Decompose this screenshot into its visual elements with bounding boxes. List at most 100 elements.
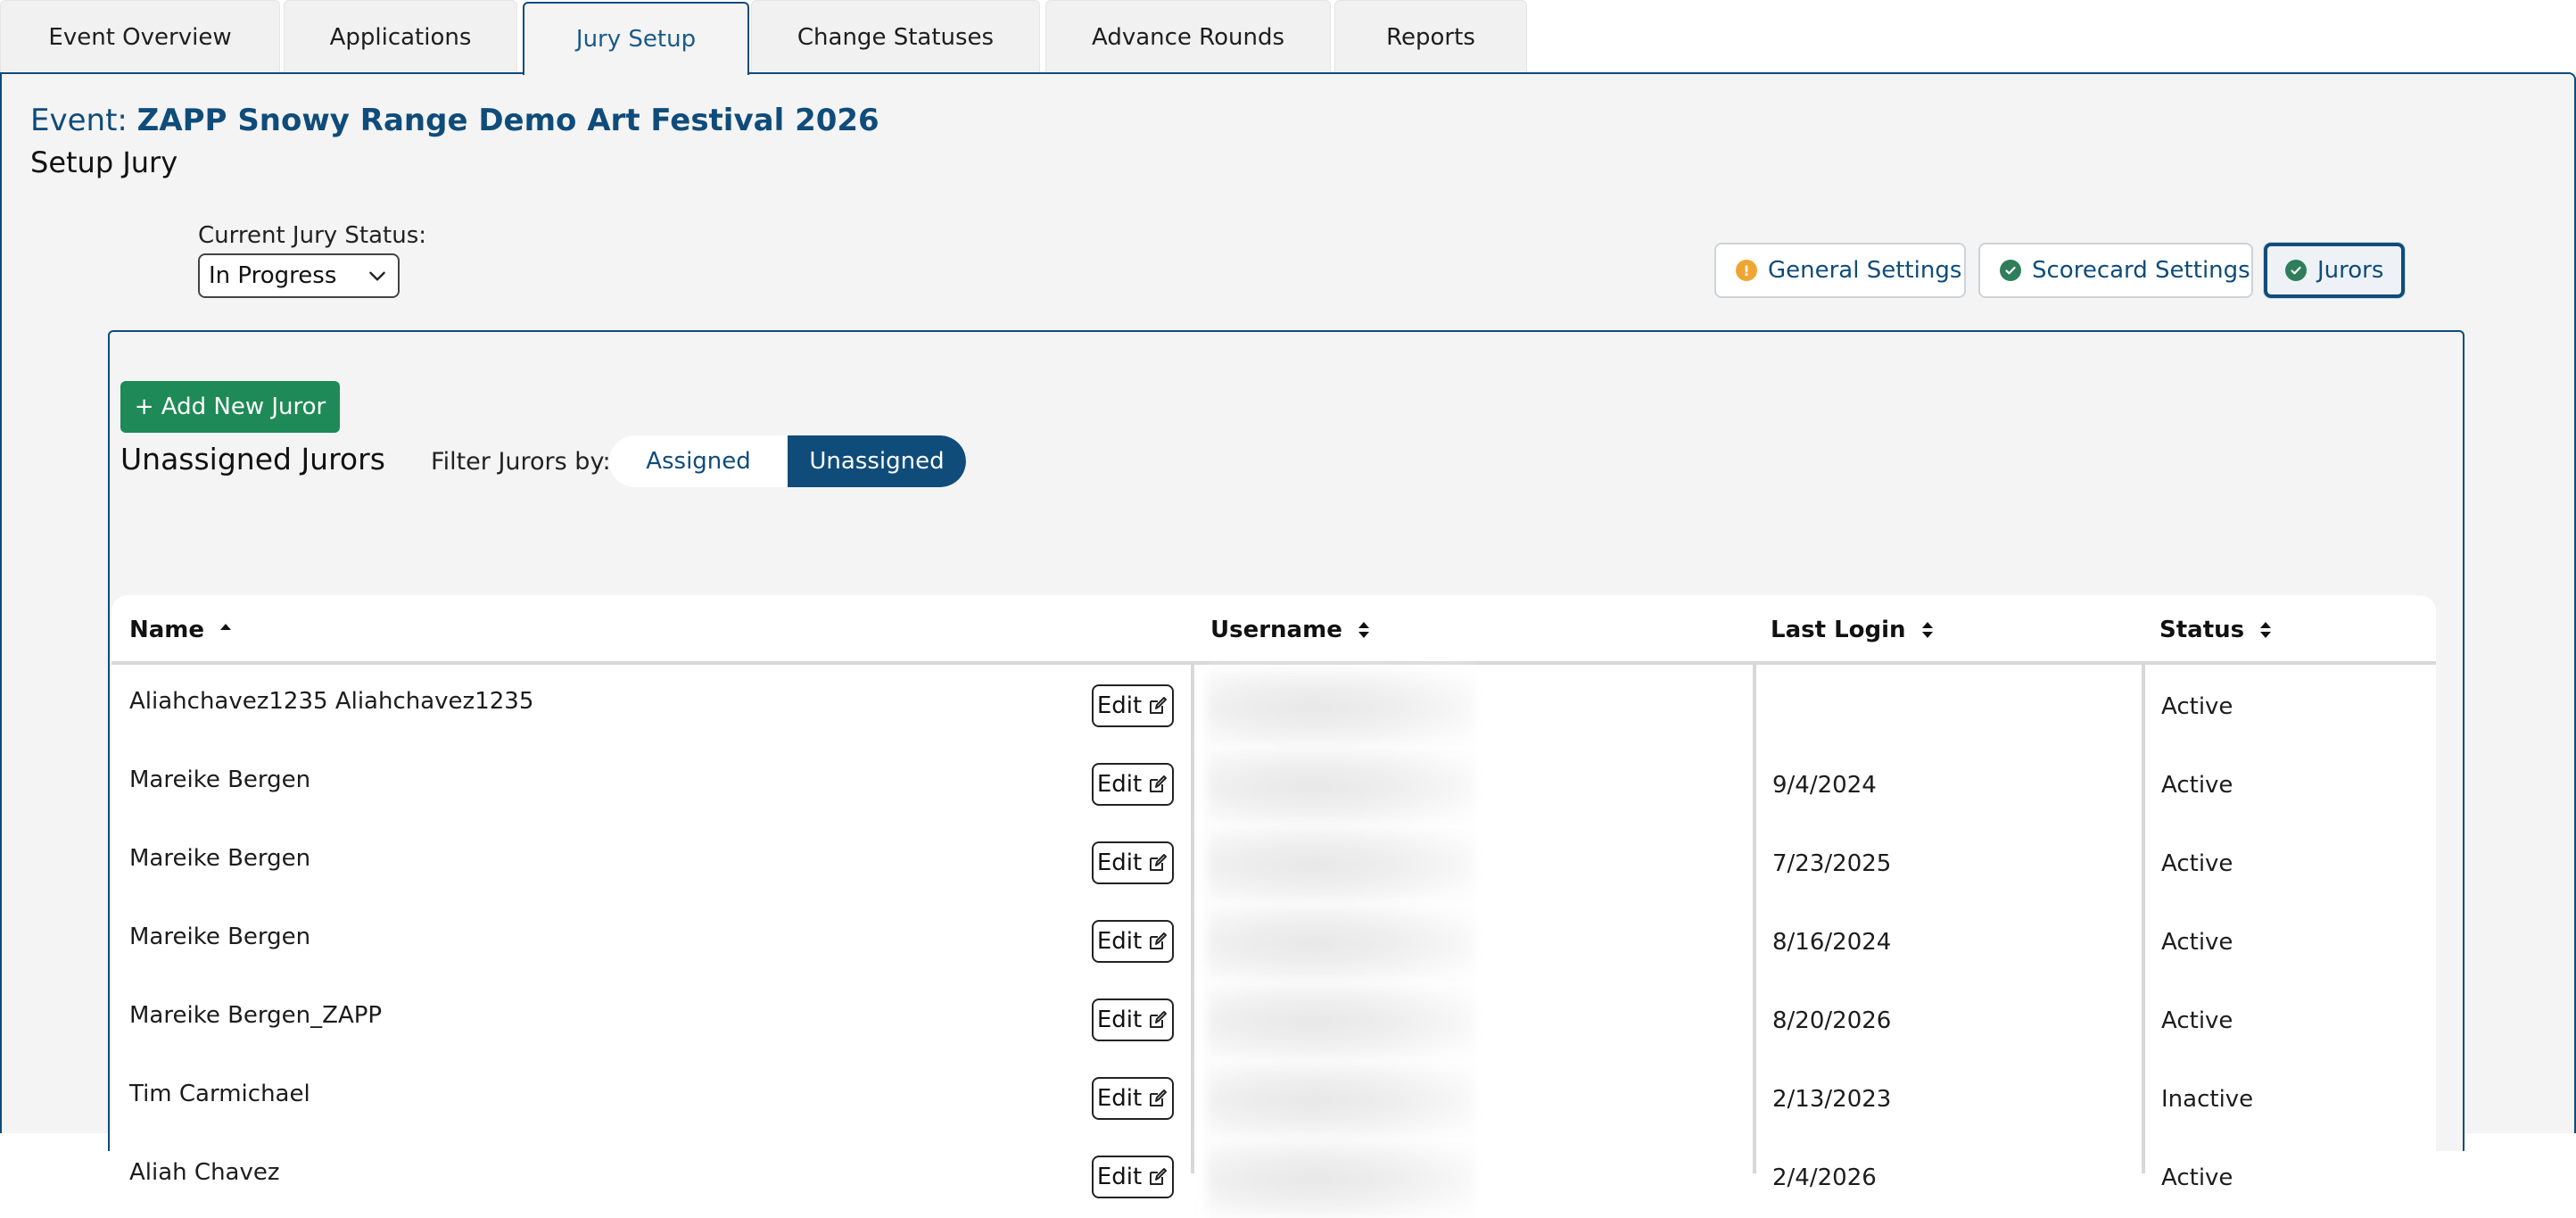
edit-juror-button[interactable]: Edit (1092, 1077, 1174, 1120)
edit-icon (1150, 1168, 1168, 1185)
edit-juror-button[interactable]: Edit (1092, 998, 1174, 1041)
username-redacted (1207, 747, 1474, 825)
sort-icon (2260, 622, 2272, 638)
scorecard-settings-button[interactable]: Scorecard Settings (1978, 243, 2253, 298)
edit-label: Edit (1096, 692, 1143, 719)
edit-label: Edit (1096, 1007, 1143, 1033)
tab-event-overview[interactable]: Event Overview (0, 0, 280, 73)
filter-label: Filter Jurors by: (431, 448, 611, 476)
edit-label: Edit (1096, 1085, 1143, 1112)
edit-icon (1150, 932, 1168, 949)
juror-status: Active (2161, 850, 2233, 877)
add-new-juror-button[interactable]: + Add New Juror (120, 381, 340, 433)
warning-icon: ! (1736, 260, 1757, 281)
column-header-name[interactable]: Name (129, 595, 235, 665)
general-settings-button[interactable]: ! General Settings (1714, 243, 1966, 298)
edit-juror-button[interactable]: Edit (1092, 1156, 1174, 1198)
tab-applications[interactable]: Applications (284, 0, 517, 73)
column-header-label: Username (1210, 617, 1342, 643)
jury-status-label: Current Jury Status: (198, 222, 427, 249)
jury-status-select[interactable]: In Progress (198, 253, 400, 298)
table-row: Mareike Bergen Edit 7/23/2025 Active (111, 825, 2436, 904)
table-row: Mareike Bergen_ZAPP Edit 8/20/2026 Active (111, 982, 2436, 1061)
tab-change-statuses[interactable]: Change Statuses (751, 0, 1040, 73)
juror-status: Active (2161, 1164, 2233, 1191)
juror-name: Aliahchavez1235 Aliahchavez1235 (129, 688, 534, 715)
edit-icon (1150, 775, 1168, 792)
column-header-label: Status (2159, 617, 2245, 643)
chevron-down-icon (369, 271, 385, 281)
event-prefix: Event: (30, 103, 128, 138)
sort-ascending-icon (220, 624, 232, 630)
filter-assigned-option[interactable]: Assigned (609, 435, 788, 487)
edit-label: Edit (1096, 1164, 1143, 1190)
edit-label: Edit (1096, 771, 1143, 798)
check-icon (2285, 260, 2307, 281)
juror-name: Mareike Bergen_ZAPP (129, 1002, 383, 1029)
edit-label: Edit (1096, 849, 1143, 876)
edit-juror-button[interactable]: Edit (1092, 684, 1174, 727)
last-login: 8/16/2024 (1772, 929, 1892, 956)
section-heading: Unassigned Jurors (120, 442, 385, 476)
juror-name: Mareike Bergen (129, 766, 311, 793)
last-login: 9/4/2024 (1772, 772, 1877, 799)
edit-juror-button[interactable]: Edit (1092, 920, 1174, 963)
table-row: Mareike Bergen Edit 9/4/2024 Active (111, 747, 2436, 825)
tab-advance-rounds[interactable]: Advance Rounds (1045, 0, 1331, 73)
scorecard-settings-label: Scorecard Settings (2032, 257, 2250, 284)
juror-status: Active (2161, 1007, 2233, 1034)
sort-icon (1358, 622, 1369, 638)
column-header-label: Name (129, 617, 205, 643)
username-redacted (1207, 904, 1474, 982)
juror-name: Mareike Bergen (129, 924, 311, 950)
edit-label: Edit (1096, 928, 1143, 955)
juror-status: Active (2161, 772, 2233, 799)
last-login: 8/20/2026 (1772, 1007, 1892, 1034)
edit-icon (1150, 1011, 1168, 1028)
edit-juror-button[interactable]: Edit (1092, 763, 1174, 806)
filter-toggle: Assigned Unassigned (609, 435, 966, 487)
jurors-button[interactable]: Jurors (2264, 243, 2405, 298)
juror-status: Active (2161, 693, 2233, 720)
username-redacted (1207, 982, 1474, 1061)
juror-name: Tim Carmichael (129, 1081, 310, 1107)
jury-setup-panel: Event: ZAPP Snowy Range Demo Art Festiva… (0, 72, 2576, 1218)
table-row: Mareike Bergen Edit 8/16/2024 Active (111, 904, 2436, 982)
edit-icon (1150, 1090, 1168, 1106)
filter-unassigned-option[interactable]: Unassigned (788, 435, 966, 487)
jurors-section: + Add New Juror Unassigned Jurors Filter… (108, 330, 2465, 1218)
username-redacted (1207, 1139, 1474, 1218)
edit-icon (1150, 697, 1168, 714)
tab-reports[interactable]: Reports (1334, 0, 1527, 73)
juror-name: Aliah Chavez (129, 1159, 280, 1186)
table-row: Aliah Chavez Edit 2/4/2026 Active (111, 1139, 2436, 1218)
table-header: Name Username Last Login Status (111, 595, 2436, 665)
jury-status-value: In Progress (209, 262, 337, 289)
column-header-last-login[interactable]: Last Login (1771, 595, 1936, 665)
last-login: 2/13/2023 (1772, 1086, 1892, 1113)
column-header-status[interactable]: Status (2159, 595, 2275, 665)
juror-name: Mareike Bergen (129, 845, 311, 872)
jurors-label: Jurors (2317, 257, 2384, 284)
column-header-label: Last Login (1771, 617, 1906, 643)
event-name: ZAPP Snowy Range Demo Art Festival 2026 (136, 103, 879, 138)
username-redacted (1207, 1061, 1474, 1139)
edit-juror-button[interactable]: Edit (1092, 841, 1174, 884)
general-settings-label: General Settings (1768, 257, 1962, 284)
page-title: Setup Jury (30, 145, 178, 179)
tab-jury-setup[interactable]: Jury Setup (523, 2, 749, 75)
check-icon (2000, 260, 2021, 281)
username-redacted (1207, 825, 1474, 904)
jurors-table: Name Username Last Login Status Aliahcha… (111, 595, 2436, 1218)
column-header-username[interactable]: Username (1210, 595, 1373, 665)
username-redacted (1207, 668, 1474, 747)
event-title: Event: ZAPP Snowy Range Demo Art Festiva… (30, 103, 879, 138)
tab-bar: Event Overview Applications Jury Setup C… (0, 0, 2576, 75)
table-row: Tim Carmichael Edit 2/13/2023 Inactive (111, 1061, 2436, 1139)
juror-status: Inactive (2161, 1086, 2254, 1113)
sort-icon (1921, 622, 1933, 638)
table-row: Aliahchavez1235 Aliahchavez1235 Edit Activ… (111, 668, 2436, 747)
juror-status: Active (2161, 929, 2233, 956)
last-login: 7/23/2025 (1772, 850, 1892, 877)
last-login: 2/4/2026 (1772, 1164, 1877, 1191)
